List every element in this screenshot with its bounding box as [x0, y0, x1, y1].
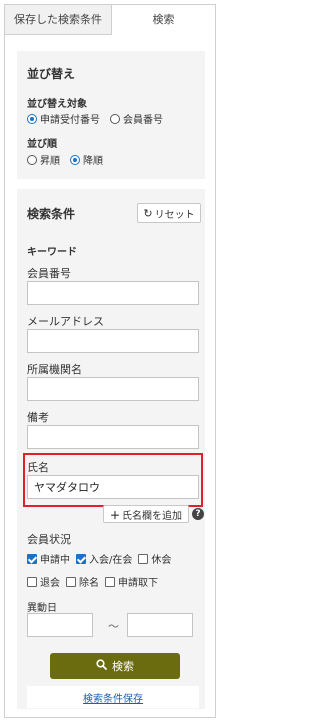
tab-bar: 保存した検索条件 検索 [5, 5, 215, 35]
radio-descending[interactable] [70, 154, 80, 165]
tab-saved-conditions[interactable]: 保存した検索条件 [5, 5, 112, 35]
checkbox-expelled[interactable] [66, 576, 76, 587]
sort-panel: 並び替え 並び替え対象 申請受付番号 会員番号 並び順 昇順 降順 [17, 51, 205, 179]
organization-input[interactable] [27, 377, 199, 401]
checkbox-member[interactable] [76, 553, 86, 564]
checkbox-suspended-label: 休会 [151, 555, 172, 566]
notes-label: 備考 [27, 411, 49, 424]
change-date-to-input[interactable] [127, 613, 193, 637]
radio-application-number-label: 申請受付番号 [40, 115, 100, 126]
checkbox-applying[interactable] [27, 553, 37, 564]
organization-label: 所属機関名 [27, 363, 82, 376]
name-label: 氏名 [27, 461, 49, 474]
sort-target-group: 申請受付番号 会員番号 [27, 111, 163, 126]
help-icon[interactable]: ? [192, 508, 204, 520]
checkbox-expelled-label: 除名 [79, 578, 99, 589]
reset-button[interactable]: ↻ リセット [137, 203, 201, 223]
search-sidebar: 保存した検索条件 検索 並び替え 並び替え対象 申請受付番号 会員番号 並び順 … [4, 4, 216, 718]
conditions-panel: 検索条件 ↻ リセット キーワード 会員番号 メールアドレス 所属機関名 備考 … [17, 189, 205, 709]
status-row-2: 退会 除名 申請取下 [27, 574, 158, 589]
add-name-field-button[interactable]: ＋ 氏名欄を追加 [103, 505, 189, 523]
radio-descending-label: 降順 [83, 156, 103, 167]
search-button-label: 検索 [112, 660, 134, 673]
radio-ascending[interactable] [27, 154, 37, 165]
save-conditions-link[interactable]: 検索条件保存 [83, 690, 143, 705]
radio-member-number[interactable] [110, 113, 120, 124]
checkbox-application-withdrawn-label: 申請取下 [118, 578, 158, 589]
checkbox-suspended[interactable] [138, 553, 149, 564]
checkbox-withdrawn[interactable] [27, 576, 37, 587]
radio-application-number[interactable] [27, 113, 37, 124]
search-icon [96, 659, 107, 673]
notes-input[interactable] [27, 425, 199, 449]
change-date-label: 異動日 [27, 603, 57, 614]
email-input[interactable] [27, 329, 199, 353]
name-input[interactable] [27, 475, 199, 499]
checkbox-applying-label: 申請中 [40, 555, 70, 566]
checkbox-withdrawn-label: 退会 [40, 578, 60, 589]
plus-icon: ＋ [110, 510, 120, 522]
conditions-title: 検索条件 [27, 207, 76, 221]
sort-title: 並び替え [27, 67, 76, 81]
tab-search[interactable]: 検索 [112, 5, 215, 35]
member-number-label: 会員番号 [27, 267, 71, 280]
email-label: メールアドレス [27, 315, 104, 328]
reset-button-label: リセット [154, 209, 195, 221]
save-conditions-area: 検索条件保存 [27, 686, 199, 708]
status-row-1: 申請中 入会/在会 休会 [27, 551, 171, 566]
add-name-field-label: 氏名欄を追加 [122, 510, 182, 522]
checkbox-member-label: 入会/在会 [89, 555, 133, 566]
sort-order-group: 昇順 降順 [27, 152, 103, 167]
reset-icon: ↻ [143, 206, 153, 220]
sort-target-label: 並び替え対象 [27, 99, 87, 110]
keyword-label: キーワード [27, 247, 77, 258]
member-status-label: 会員状況 [27, 533, 71, 546]
member-number-input[interactable] [27, 281, 199, 305]
search-button[interactable]: 検索 [50, 653, 180, 679]
change-date-from-input[interactable] [27, 613, 93, 637]
checkbox-application-withdrawn[interactable] [105, 576, 115, 587]
sort-order-label: 並び順 [27, 139, 57, 150]
radio-ascending-label: 昇順 [40, 156, 60, 167]
radio-member-number-label: 会員番号 [123, 115, 163, 126]
date-range-separator: ～ [108, 620, 119, 633]
